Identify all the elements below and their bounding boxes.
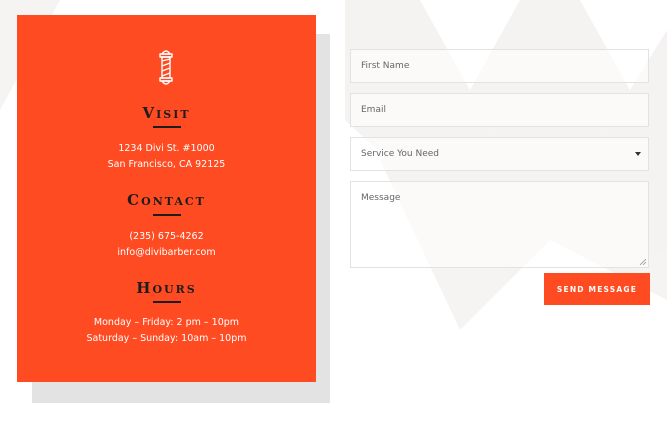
hours-divider bbox=[153, 301, 181, 303]
resize-handle-icon[interactable] bbox=[640, 259, 646, 265]
email-placeholder: Email bbox=[361, 105, 386, 115]
first-name-input[interactable]: First Name bbox=[350, 49, 649, 83]
contact-divider bbox=[153, 214, 181, 216]
hours-heading: Hours bbox=[136, 279, 197, 297]
address-line-1: 1234 Divi St. #1000 bbox=[118, 143, 215, 154]
barber-pole-icon bbox=[159, 50, 173, 85]
visit-heading: Visit bbox=[142, 104, 191, 122]
weekday-hours: Monday – Friday: 2 pm – 10pm bbox=[93, 317, 240, 328]
phone-number: (235) 675-4262 bbox=[129, 231, 204, 242]
email-input[interactable]: Email bbox=[350, 93, 649, 127]
address-line-2: San Francisco, CA 92125 bbox=[107, 159, 226, 170]
visit-divider bbox=[153, 126, 181, 128]
message-textarea[interactable]: Message bbox=[350, 181, 649, 268]
send-message-button[interactable]: SEND MESSAGE bbox=[544, 273, 650, 305]
contact-heading: Contact bbox=[127, 191, 206, 209]
message-placeholder: Message bbox=[361, 193, 401, 203]
weekend-hours: Saturday – Sunday: 10am – 10pm bbox=[86, 333, 247, 344]
first-name-placeholder: First Name bbox=[361, 61, 410, 71]
contact-info-card: Visit 1234 Divi St. #1000 San Francisco,… bbox=[17, 15, 316, 382]
service-select[interactable]: Service You Need bbox=[350, 137, 649, 171]
email-address: info@divibarber.com bbox=[117, 247, 216, 258]
service-placeholder: Service You Need bbox=[361, 149, 440, 159]
chevron-down-icon[interactable] bbox=[635, 152, 641, 156]
